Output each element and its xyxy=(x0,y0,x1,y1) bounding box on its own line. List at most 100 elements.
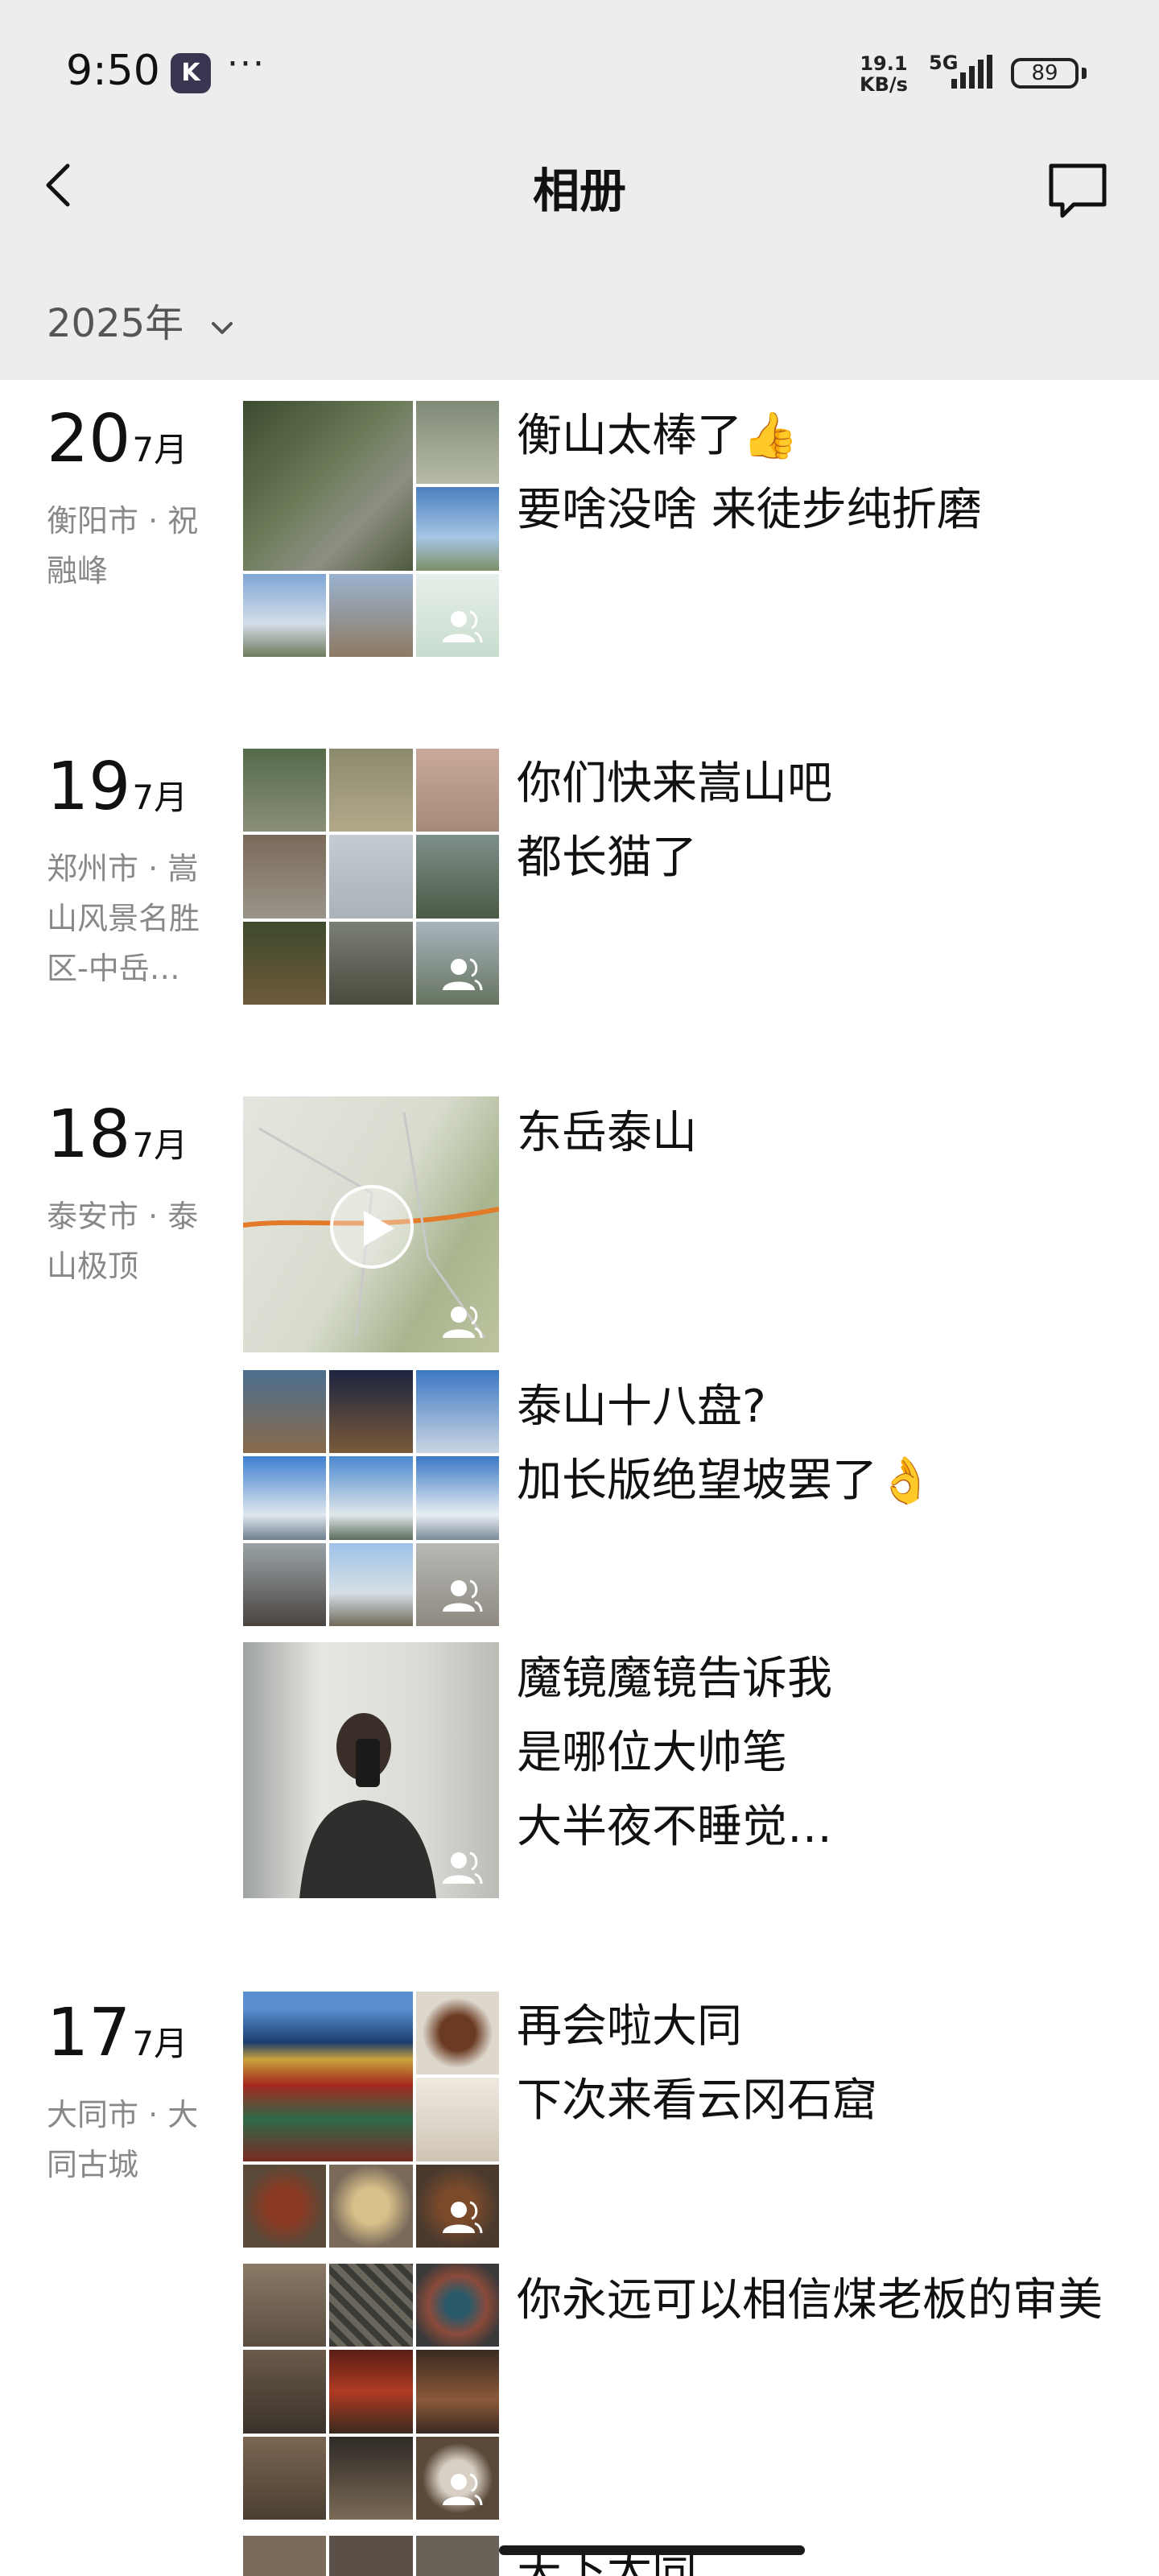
people-icon xyxy=(443,1852,483,1885)
date-heading: 177月 xyxy=(47,1995,188,2071)
chevron-down-icon xyxy=(212,322,233,334)
photo-cell xyxy=(415,749,499,832)
photo-cell xyxy=(243,2350,327,2434)
caption-line: 你们快来嵩山吧 xyxy=(517,758,832,810)
post-thumbnail[interactable] xyxy=(243,2264,499,2520)
caption-line: 魔镜魔镜告诉我 xyxy=(517,1653,832,1705)
caption-line: 再会啦大同 xyxy=(517,2000,742,2053)
location-label: 大同市 · 大同古城 xyxy=(47,2097,199,2182)
post-thumbnail[interactable] xyxy=(243,2536,499,2576)
caption-line: 大半夜不睡觉… xyxy=(517,1801,832,1853)
battery-cap xyxy=(1082,68,1087,79)
day-number: 17 xyxy=(47,1995,131,2071)
photo-cell xyxy=(243,2436,327,2520)
photo-cell xyxy=(329,2264,413,2347)
people-icon xyxy=(443,2201,483,2234)
caption-line: 衡山太棒了👍 xyxy=(517,410,798,462)
page-title: 相册 xyxy=(532,163,626,218)
location-label: 泰安市 · 泰山极顶 xyxy=(47,1199,199,1284)
caption-line: 要啥没啥 来徒步纯折磨 xyxy=(517,484,982,536)
day-number: 20 xyxy=(47,401,131,477)
caption-line: 是哪位大帅笔 xyxy=(517,1727,787,1779)
photo-cell xyxy=(415,2536,499,2576)
caption-line: 下次来看云冈石窟 xyxy=(517,2074,877,2127)
play-icon[interactable] xyxy=(330,1185,414,1269)
caption-line: 加长版绝望坡罢了👌 xyxy=(517,1455,934,1507)
photo-cell xyxy=(415,1992,499,2075)
status-time: 9:50 xyxy=(66,47,160,95)
net-speed-unit: KB/s xyxy=(860,73,908,96)
photo-cell xyxy=(329,2350,413,2434)
photo-cell xyxy=(415,2350,499,2434)
year-label: 2025年 xyxy=(47,301,184,346)
post-caption[interactable]: 天下大同 xyxy=(517,2534,1112,2576)
post-thumbnail[interactable] xyxy=(243,1370,499,1626)
post-caption[interactable]: 衡山太棒了👍 要啥没啥 来徒步纯折磨 xyxy=(517,399,1112,547)
photo-cell xyxy=(329,2436,413,2520)
photo-cell xyxy=(415,835,499,919)
photo-cell xyxy=(329,1456,413,1540)
photo-cell xyxy=(243,1992,413,2161)
post-caption[interactable]: 你们快来嵩山吧 都长猫了 xyxy=(517,747,1112,895)
month-label: 7月 xyxy=(132,778,188,817)
home-indicator[interactable] xyxy=(499,2545,805,2555)
photo-cell xyxy=(243,921,327,1005)
post-thumbnail[interactable] xyxy=(243,749,499,1005)
photo-cell xyxy=(329,2164,413,2248)
photo-cell xyxy=(415,2078,499,2161)
photo-cell xyxy=(415,1370,499,1454)
post-thumbnail[interactable] xyxy=(243,1642,499,1898)
photo-cell xyxy=(243,1542,327,1626)
post-caption[interactable]: 泰山十八盘? 加长版绝望坡罢了👌 xyxy=(517,1370,1112,1518)
month-label: 7月 xyxy=(132,430,188,469)
people-icon xyxy=(443,610,483,643)
caption-line: 都长猫了 xyxy=(517,832,697,884)
net-speed: 19.1 KB/s xyxy=(860,53,908,95)
post-caption[interactable]: 东岳泰山 xyxy=(517,1096,1112,1170)
day-number: 19 xyxy=(47,749,131,825)
photo-cell xyxy=(243,2536,327,2576)
photo-cell xyxy=(415,2264,499,2347)
photo-cell xyxy=(329,1542,413,1626)
photo-cell xyxy=(329,1370,413,1454)
photo-cell xyxy=(329,921,413,1005)
video-thumbnail[interactable] xyxy=(243,1096,499,1352)
more-notifications-icon: ··· xyxy=(227,43,266,85)
caption-line: 你永远可以相信煤老板的审美 xyxy=(517,2274,1103,2326)
photo-cell xyxy=(243,1370,327,1454)
post-caption[interactable]: 你永远可以相信煤老板的审美 xyxy=(517,2264,1112,2338)
photo-cell xyxy=(243,573,327,657)
photo-cell xyxy=(243,2264,327,2347)
app-badge-icon: K xyxy=(171,53,211,93)
photo-cell xyxy=(415,1456,499,1540)
people-icon xyxy=(443,2473,483,2506)
year-selector[interactable]: 2025年 xyxy=(47,291,234,348)
month-label: 7月 xyxy=(132,2024,188,2063)
post-caption[interactable]: 再会啦大同 下次来看云冈石窟 xyxy=(517,1990,1112,2138)
photo-cell xyxy=(243,835,327,919)
photo-cell xyxy=(243,749,327,832)
net-speed-value: 19.1 xyxy=(860,52,908,75)
caption-line: 天下大同 xyxy=(517,2545,697,2576)
people-icon xyxy=(443,958,483,991)
photo-cell xyxy=(243,401,413,571)
battery-icon: 89 xyxy=(1011,58,1079,89)
location-label: 郑州市 · 嵩山风景名胜区-中岳… xyxy=(47,851,200,986)
photo-cell xyxy=(415,487,499,571)
day-number: 18 xyxy=(47,1096,131,1173)
photo-cell xyxy=(243,1456,327,1540)
date-heading: 197月 xyxy=(47,749,188,825)
post-caption[interactable]: 魔镜魔镜告诉我 是哪位大帅笔 大半夜不睡觉… xyxy=(517,1642,1112,1864)
month-label: 7月 xyxy=(132,1125,188,1165)
post-thumbnail[interactable] xyxy=(243,401,499,657)
photo-cell xyxy=(243,2164,327,2248)
message-bubble-icon[interactable] xyxy=(1046,161,1109,221)
post-thumbnail[interactable] xyxy=(243,1992,499,2248)
date-heading: 187月 xyxy=(47,1096,188,1173)
people-icon xyxy=(443,1306,483,1339)
people-icon xyxy=(443,1579,483,1612)
caption-line: 东岳泰山 xyxy=(517,1107,697,1159)
caption-line: 泰山十八盘? xyxy=(517,1381,766,1433)
photo-cell xyxy=(329,749,413,832)
photo-cell xyxy=(329,573,413,657)
